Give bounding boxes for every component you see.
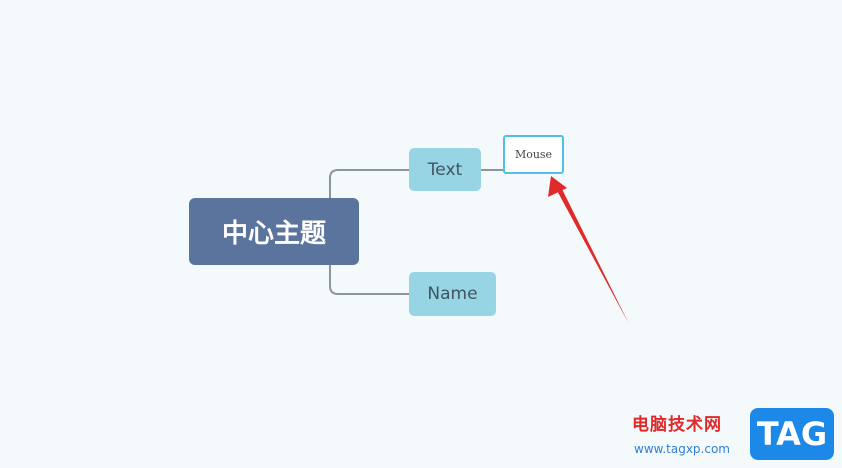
subtopic-text[interactable]: Text [409, 148, 481, 191]
watermark-tag-text: TAG [756, 415, 828, 453]
connector-to-text [329, 169, 409, 198]
watermark-url: www.tagxp.com [634, 442, 730, 456]
mindmap-canvas[interactable]: 中心主题 Text Name 电脑技术网 www.tagxp.com TAG [0, 0, 842, 468]
floating-topic-input[interactable] [507, 148, 560, 161]
watermark-tag-logo: TAG [750, 408, 834, 460]
central-topic[interactable]: 中心主题 [189, 198, 359, 265]
watermark-title: 电脑技术网 [632, 415, 722, 435]
subtopic-name[interactable]: Name [409, 272, 496, 316]
red-arrow-icon [548, 176, 629, 324]
subtopic-name-label: Name [427, 284, 478, 304]
subtopic-text-label: Text [427, 159, 463, 180]
connector-lines [329, 169, 629, 324]
watermark: 电脑技术网 www.tagxp.com TAG [626, 406, 838, 464]
connector-to-name [329, 265, 409, 295]
floating-topic-editor[interactable] [503, 135, 564, 174]
central-topic-label: 中心主题 [221, 219, 326, 249]
